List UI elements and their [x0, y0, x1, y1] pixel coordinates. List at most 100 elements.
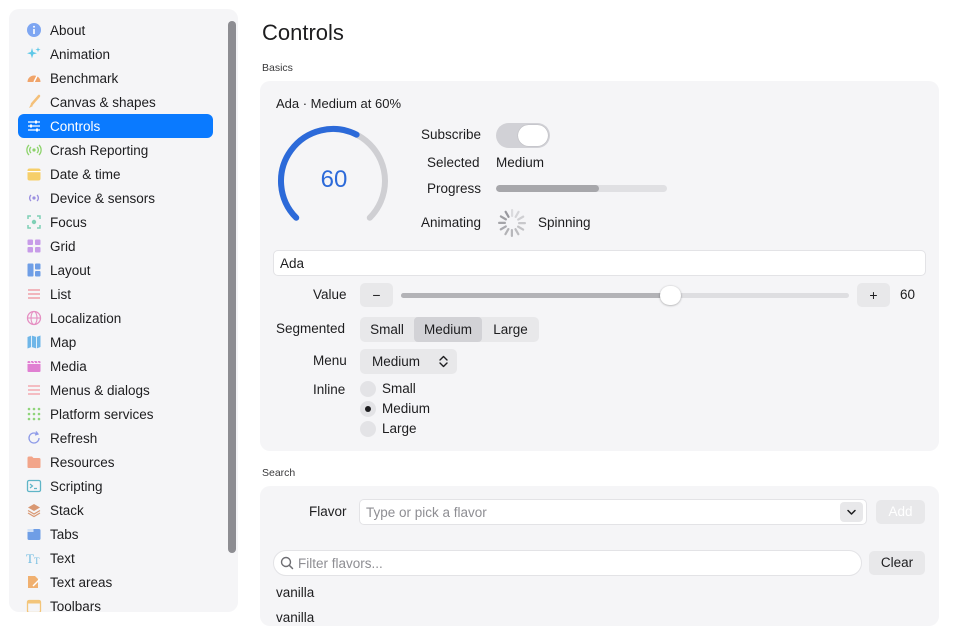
slider-knob[interactable]: [659, 286, 681, 305]
sidebar-item-list[interactable]: List: [18, 282, 213, 306]
film-icon: [26, 358, 42, 374]
page-title: Controls: [262, 20, 344, 45]
sparkles-icon: [26, 46, 42, 62]
sidebar-item-focus[interactable]: Focus: [18, 210, 213, 234]
sidebar-item-toolbars[interactable]: Toolbars: [18, 594, 213, 612]
sidebar-item-label: Crash Reporting: [50, 142, 149, 158]
sidebar-item-label: Scripting: [50, 478, 103, 494]
sidebar-item-label: List: [50, 286, 72, 302]
grid-icon: [26, 238, 42, 254]
brush-icon: [26, 94, 42, 110]
sidebar-item-grid[interactable]: Grid: [18, 234, 213, 258]
radio-large-label: Large: [382, 421, 417, 436]
result-item[interactable]: vanilla: [276, 585, 314, 600]
radio-large[interactable]: [360, 421, 376, 437]
sidebar-item-label: Date & time: [50, 166, 121, 182]
sidebar-item-label: About: [50, 22, 86, 38]
menu-popup[interactable]: Medium: [360, 349, 457, 374]
animating-label: Animating: [421, 215, 482, 230]
animating-value: Spinning: [538, 215, 591, 230]
segment-medium[interactable]: Medium: [414, 317, 482, 342]
flavor-combobox[interactable]: Type or pick a flavor: [359, 499, 867, 525]
sidebar-item-scripting[interactable]: Scripting: [18, 474, 213, 498]
flavor-dropdown-button[interactable]: [840, 502, 863, 522]
info-icon: [26, 22, 42, 38]
sidebar-scrollbar[interactable]: [228, 21, 236, 553]
radio-medium-label: Medium: [382, 401, 431, 416]
add-button[interactable]: Add: [876, 500, 925, 524]
slider-fill: [401, 293, 670, 298]
sidebar-item-tabs[interactable]: Tabs: [18, 522, 213, 546]
progress-fill: [496, 185, 599, 192]
result-item[interactable]: vanilla: [276, 610, 314, 625]
sidebar-item-crash-reporting[interactable]: Crash Reporting: [18, 138, 213, 162]
segment-small[interactable]: Small: [360, 317, 414, 342]
selected-value: Medium: [496, 155, 545, 170]
refresh-icon: [26, 430, 42, 446]
sidebar-item-animation[interactable]: Animation: [18, 42, 213, 66]
decrement-button[interactable]: −: [360, 283, 393, 307]
sidebar-item-menus-dialogs[interactable]: Menus & dialogs: [18, 378, 213, 402]
sidebar-item-media[interactable]: Media: [18, 354, 213, 378]
map-icon: [26, 334, 42, 350]
value-label: Value: [313, 287, 347, 302]
sidebar-item-text[interactable]: T T Text: [18, 546, 213, 570]
sidebar-item-stack[interactable]: Stack: [18, 498, 213, 522]
segmented-label: Segmented: [276, 321, 346, 336]
focus-icon: [26, 214, 42, 230]
svg-text:T: T: [34, 556, 40, 566]
value-number: 60: [900, 287, 916, 302]
inline-label: Inline: [313, 382, 346, 397]
section-label-search: Search: [262, 467, 296, 479]
edit-icon: [26, 574, 42, 590]
sidebar-item-label: Resources: [50, 454, 115, 470]
value-slider[interactable]: [401, 286, 849, 305]
sidebar-item-about[interactable]: About: [18, 18, 213, 42]
sidebar-item-layout[interactable]: Layout: [18, 258, 213, 282]
clear-button[interactable]: Clear: [869, 551, 925, 575]
radio-medium[interactable]: [360, 401, 376, 417]
menu-label: Menu: [313, 353, 347, 368]
calendar-icon: [26, 166, 42, 182]
sidebar-item-canvas-shapes[interactable]: Canvas & shapes: [18, 90, 213, 114]
layout-icon: [26, 262, 42, 278]
sidebar-item-label: Tabs: [50, 526, 79, 542]
segment-large[interactable]: Large: [482, 317, 539, 342]
sidebar-item-benchmark[interactable]: Benchmark: [18, 66, 213, 90]
sidebar-item-label: Benchmark: [50, 70, 119, 86]
sidebar-item-label: Menus & dialogs: [50, 382, 150, 398]
sidebar-item-label: Focus: [50, 214, 87, 230]
radio-small[interactable]: [360, 381, 376, 397]
sidebar-item-device-sensors[interactable]: Device & sensors: [18, 186, 213, 210]
sidebar-item-label: Canvas & shapes: [50, 94, 156, 110]
sidebar-item-label: Media: [50, 358, 87, 374]
sidebar-item-date-time[interactable]: Date & time: [18, 162, 213, 186]
flavor-input[interactable]: Type or pick a flavor: [366, 505, 487, 520]
filter-input[interactable]: Filter flavors...: [298, 556, 383, 571]
broadcast-icon: [26, 142, 42, 158]
selected-label: Selected: [427, 155, 480, 170]
increment-button[interactable]: +: [857, 283, 890, 307]
toggle-knob: [518, 125, 548, 146]
gauge-icon: [26, 70, 42, 86]
sidebar-item-text-areas[interactable]: Text areas: [18, 570, 213, 594]
stack-icon: [26, 502, 42, 518]
sidebar-item-resources[interactable]: Resources: [18, 450, 213, 474]
filter-search-field[interactable]: Filter flavors...: [273, 550, 862, 576]
dots-grid-icon: [26, 406, 42, 422]
sliders-icon: [26, 118, 42, 134]
sidebar-item-label: Controls: [50, 118, 101, 134]
sidebar-item-map[interactable]: Map: [18, 330, 213, 354]
basics-summary: Ada · Medium at 60%: [276, 96, 402, 111]
name-field[interactable]: Ada: [273, 250, 926, 276]
segmented-control[interactable]: Small Medium Large: [360, 317, 539, 342]
sidebar-item-localization[interactable]: Localization: [18, 306, 213, 330]
sidebar-item-controls[interactable]: Controls: [18, 114, 213, 138]
progress-bar: [496, 185, 667, 192]
sidebar-item-platform-services[interactable]: Platform services: [18, 402, 213, 426]
sidebar-item-refresh[interactable]: Refresh: [18, 426, 213, 450]
subscribe-toggle[interactable]: [496, 123, 550, 148]
sidebar-item-label: Stack: [50, 502, 84, 518]
tabs-icon: [26, 526, 42, 542]
radio-small-label: Small: [382, 381, 416, 396]
